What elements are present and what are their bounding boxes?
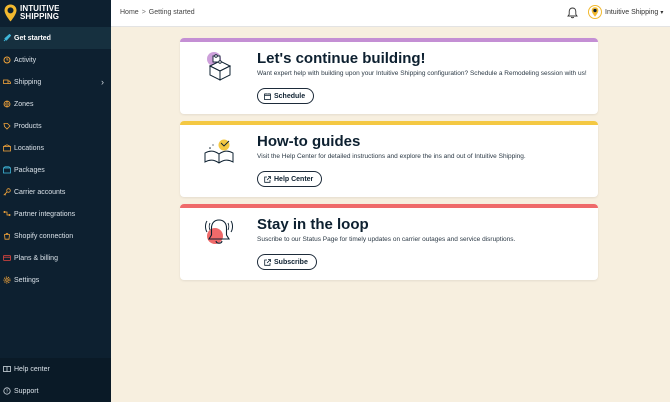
help-circle-icon: ? — [3, 387, 11, 395]
sidebar-item-activity[interactable]: Activity — [0, 49, 111, 71]
shipping-icon — [3, 78, 11, 86]
open-book-icon — [204, 139, 234, 164]
activity-icon — [3, 56, 11, 64]
bell-icon[interactable] — [567, 7, 578, 19]
help-center-button-label: Help Center — [274, 175, 314, 183]
card-how-to-guides: How-to guides Visit the Help Center for … — [180, 121, 598, 197]
gear-icon — [3, 276, 11, 284]
sidebar-item-plans-billing[interactable]: Plans & billing — [0, 247, 111, 269]
sidebar-item-label: Carrier accounts — [14, 188, 66, 196]
sidebar: INTUITIVE SHIPPING Get started Activity … — [0, 0, 111, 402]
book-icon — [3, 365, 11, 373]
billing-icon — [3, 254, 11, 262]
sidebar-item-support[interactable]: ? Support — [0, 380, 111, 402]
key-icon — [3, 188, 11, 196]
subscribe-button-label: Subscribe — [274, 258, 308, 266]
card-accent-bar — [180, 38, 598, 42]
chevron-down-icon: ▾ — [660, 9, 664, 16]
integrations-icon — [3, 210, 11, 218]
card-title: How-to guides — [257, 133, 361, 150]
rocket-icon — [3, 34, 11, 42]
zones-icon — [3, 100, 11, 108]
chevron-right-icon[interactable]: › — [101, 77, 104, 87]
brand-logo[interactable]: INTUITIVE SHIPPING — [4, 3, 60, 23]
account-menu[interactable]: Intuitive Shipping ▾ — [588, 5, 663, 19]
packages-icon — [3, 166, 11, 174]
sidebar-item-shipping[interactable]: Shipping › — [0, 71, 111, 93]
card-description: Visit the Help Center for detailed instr… — [257, 153, 526, 160]
sidebar-item-settings[interactable]: Settings — [0, 269, 111, 291]
sidebar-item-label: Partner integrations — [14, 210, 76, 218]
sidebar-item-label: Locations — [14, 144, 44, 152]
breadcrumb: Home > Getting started — [120, 9, 195, 16]
brand-name: INTUITIVE SHIPPING — [20, 5, 60, 21]
subscribe-button[interactable]: Subscribe — [257, 254, 317, 270]
sidebar-item-label: Settings — [14, 276, 40, 284]
top-header: Home > Getting started Intuitive Shippin… — [111, 0, 670, 27]
calendar-icon — [264, 92, 271, 100]
card-accent-bar — [180, 204, 598, 208]
logo-pin-icon — [4, 4, 17, 22]
avatar — [588, 5, 602, 19]
account-name: Intuitive Shipping — [605, 8, 659, 16]
sidebar-item-label: Zones — [14, 100, 34, 108]
sidebar-item-partner-integrations[interactable]: Partner integrations — [0, 203, 111, 225]
sidebar-item-locations[interactable]: Locations — [0, 137, 111, 159]
svg-text:?: ? — [6, 389, 9, 394]
breadcrumb-current: Getting started — [148, 9, 195, 16]
sidebar-item-get-started[interactable]: Get started — [0, 27, 111, 49]
sidebar-nav: Get started Activity Shipping › Zones Pr… — [0, 27, 111, 291]
breadcrumb-home[interactable]: Home — [120, 9, 139, 16]
sidebar-item-label: Products — [14, 122, 42, 130]
sidebar-item-label: Shipping — [14, 78, 42, 86]
locations-icon — [3, 144, 11, 152]
sidebar-item-carrier-accounts[interactable]: Carrier accounts — [0, 181, 111, 203]
card-title: Let's continue building! — [257, 50, 426, 67]
sidebar-item-label: Help center — [14, 365, 50, 373]
building-blocks-icon — [207, 52, 232, 81]
sidebar-item-label: Packages — [14, 166, 45, 174]
sidebar-item-label: Support — [14, 387, 39, 395]
avatar-pin-icon — [591, 7, 599, 17]
sidebar-footer: Help center ? Support — [0, 358, 111, 402]
shopify-icon — [3, 232, 11, 240]
sidebar-item-label: Get started — [14, 34, 51, 42]
card-description: Suscribe to our Status Page for timely u… — [257, 236, 516, 243]
schedule-button[interactable]: Schedule — [257, 88, 315, 104]
card-continue-building: Let's continue building! Want expert hel… — [180, 38, 598, 114]
card-title: Stay in the loop — [257, 216, 369, 233]
sidebar-item-zones[interactable]: Zones — [0, 93, 111, 115]
sidebar-item-packages[interactable]: Packages — [0, 159, 111, 181]
sidebar-item-shopify-connection[interactable]: Shopify connection — [0, 225, 111, 247]
external-link-icon — [264, 175, 271, 183]
sidebar-item-products[interactable]: Products — [0, 115, 111, 137]
card-stay-in-the-loop: Stay in the loop Suscribe to our Status … — [180, 204, 598, 280]
brand-line-2: SHIPPING — [20, 12, 60, 21]
notification-bell-icon — [205, 219, 233, 244]
breadcrumb-separator: > — [141, 9, 146, 16]
help-center-button[interactable]: Help Center — [257, 171, 323, 187]
schedule-button-label: Schedule — [274, 92, 306, 100]
sidebar-item-label: Shopify connection — [14, 232, 74, 240]
products-icon — [3, 122, 11, 130]
external-link-icon — [264, 258, 271, 266]
card-accent-bar — [180, 121, 598, 125]
sidebar-item-label: Activity — [14, 56, 37, 64]
card-description: Want expert help with building upon your… — [257, 70, 587, 77]
sidebar-item-help-center[interactable]: Help center — [0, 358, 111, 380]
sidebar-item-label: Plans & billing — [14, 254, 58, 262]
